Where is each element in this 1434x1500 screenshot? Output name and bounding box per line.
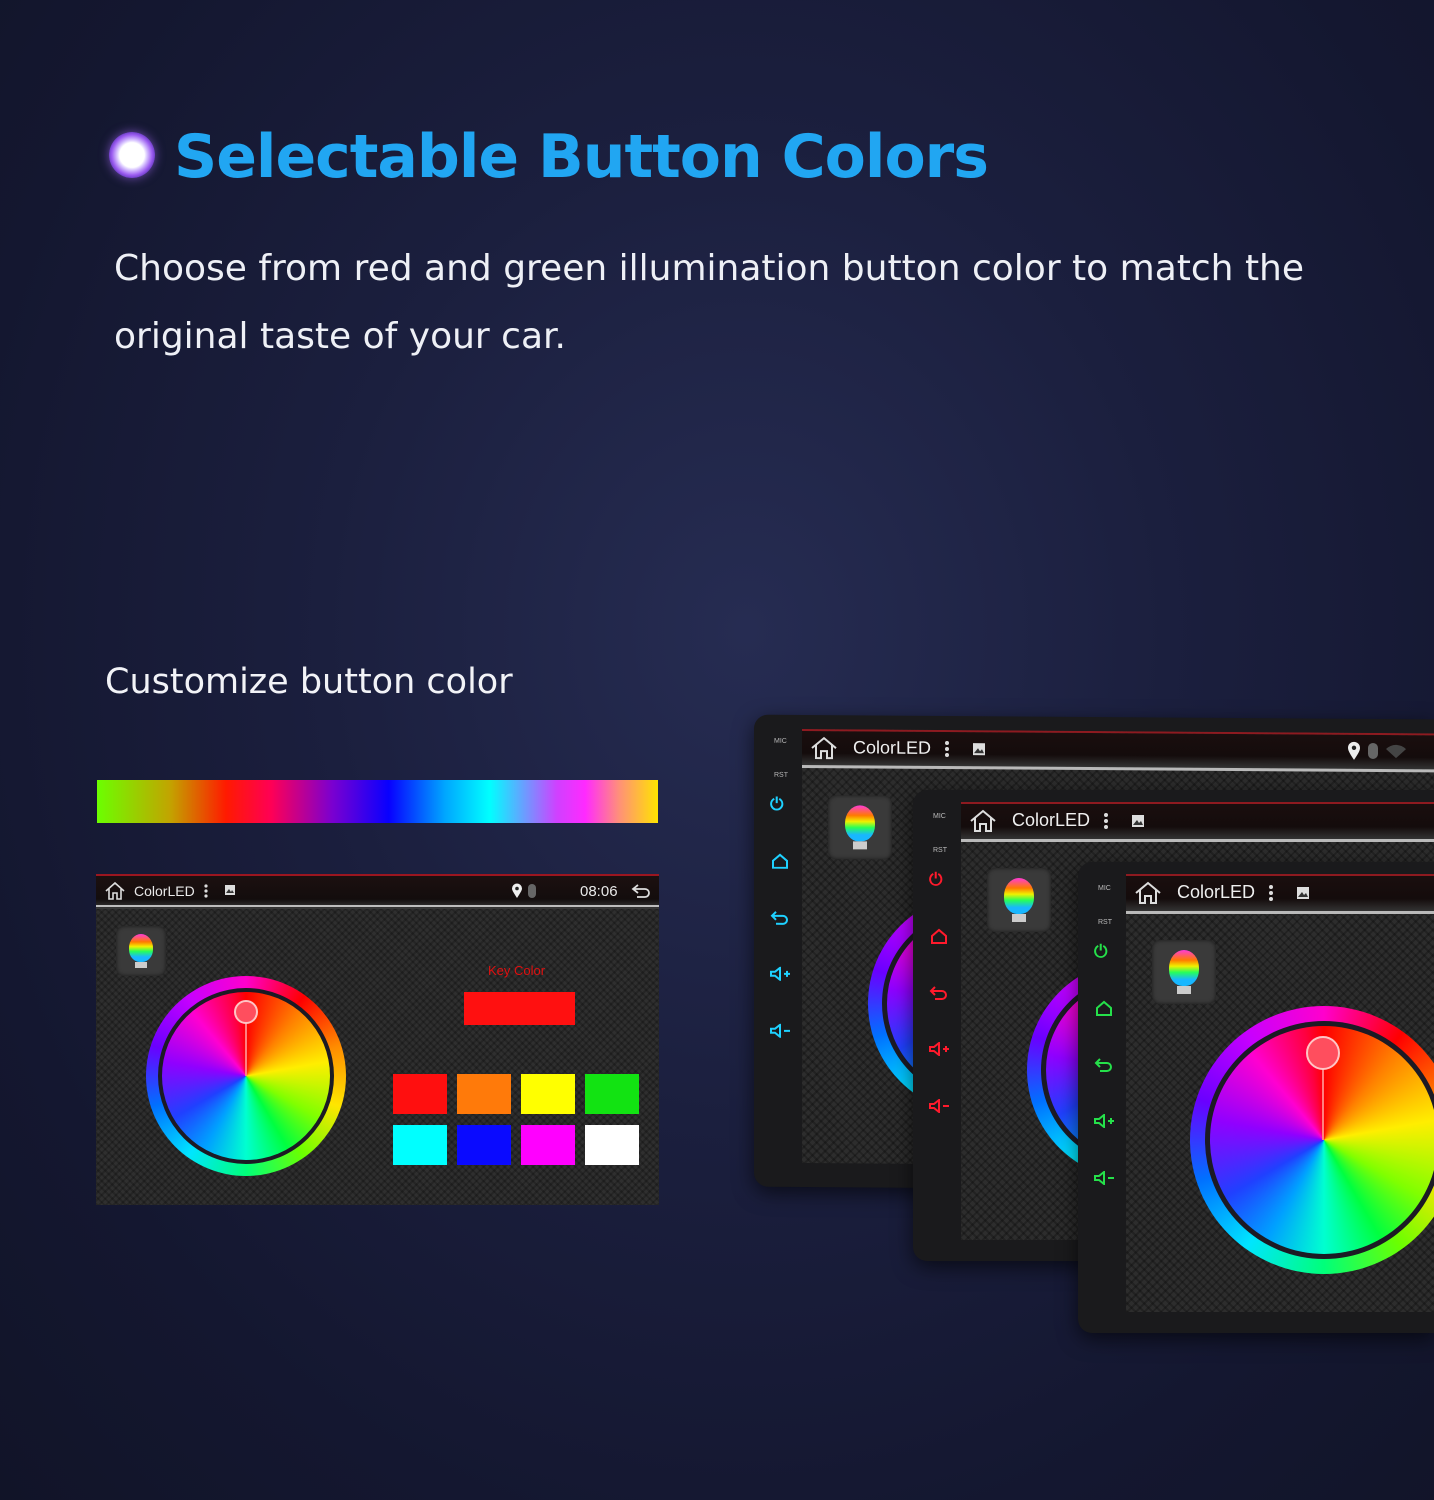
clock: 08:06 [580,883,618,900]
bluetooth-icon [1368,742,1378,759]
home-icon[interactable] [810,736,838,760]
mic-label: MIC [774,737,787,745]
swatch-green[interactable] [585,1074,639,1114]
swatch-orange[interactable] [457,1074,511,1114]
volume-down-icon[interactable] [769,1023,791,1038]
mic-label: MIC [1098,885,1111,892]
bulb-icon [845,805,875,842]
swatch-grid [393,1074,643,1169]
rst-label: RST [774,771,788,779]
bluetooth-icon [528,884,536,898]
screen-panel: ColorLED [1126,874,1434,1312]
home-icon[interactable] [930,928,948,944]
gallery-icon[interactable] [972,742,986,756]
bulb-button[interactable] [1152,940,1216,1004]
menu-dots-icon[interactable] [203,883,209,899]
swatch-yellow[interactable] [521,1074,575,1114]
back-icon[interactable] [770,910,790,926]
page-title: Selectable Button Colors [174,122,989,192]
swatch-magenta[interactable] [521,1125,575,1165]
back-icon[interactable] [1094,1057,1114,1073]
color-picker-knob[interactable] [234,1000,258,1024]
volume-down-icon[interactable] [1093,1171,1115,1185]
heading-ring-icon [109,132,155,178]
home-icon[interactable] [1134,881,1162,905]
wifi-icon [1386,744,1406,759]
key-color-label: Key Color [488,963,546,978]
bulb-button[interactable] [116,926,166,976]
menu-dots-icon[interactable] [1103,812,1109,830]
color-spectrum-bar [97,780,658,823]
swatch-cyan[interactable] [393,1125,447,1165]
location-pin-icon [512,883,522,898]
home-icon[interactable] [1095,1000,1113,1016]
gallery-icon[interactable] [224,884,236,896]
home-icon[interactable] [969,809,997,833]
app-title: ColorLED [1177,882,1256,902]
home-icon[interactable] [771,853,789,869]
selected-key-color [464,992,575,1025]
home-icon[interactable] [104,881,126,901]
section-subtitle: Customize button color [105,662,513,702]
bulb-icon [1004,878,1034,914]
menu-dots-icon[interactable] [944,740,950,758]
rst-label: RST [933,847,947,854]
swatch-blue[interactable] [457,1125,511,1165]
location-pin-icon [1348,741,1360,760]
head-unit-green: MIC RST ⏻ ColorLED [1078,862,1434,1333]
bulb-icon [1169,950,1199,986]
app-title: ColorLED [1012,810,1091,830]
volume-down-icon[interactable] [928,1099,950,1113]
colorled-screen: ColorLED 08:06 Key Color [96,874,659,1205]
status-bar-divider [96,905,659,907]
rst-label: RST [1098,919,1112,926]
bulb-icon [129,934,153,962]
volume-up-icon[interactable] [769,966,791,981]
menu-dots-icon[interactable] [1268,884,1274,902]
back-icon[interactable] [631,883,651,899]
bulb-button[interactable] [987,868,1051,932]
back-icon[interactable] [929,985,949,1001]
swatch-white[interactable] [585,1125,639,1165]
mic-label: MIC [933,813,946,820]
gallery-icon[interactable] [1131,814,1145,828]
swatch-red[interactable] [393,1074,447,1114]
volume-up-icon[interactable] [1093,1114,1115,1128]
volume-up-icon[interactable] [928,1042,950,1056]
status-bar [1126,874,1434,911]
app-title: ColorLED [134,883,195,899]
gallery-icon[interactable] [1296,886,1310,900]
page-description: Choose from red and green illumination b… [114,248,1305,357]
power-icon[interactable]: ⏻ [770,795,783,815]
bulb-button[interactable] [828,795,892,860]
color-picker-knob[interactable] [1306,1036,1340,1070]
app-title: ColorLED [853,737,932,758]
power-icon[interactable]: ⏻ [929,872,942,889]
power-icon[interactable]: ⏻ [1094,944,1107,961]
